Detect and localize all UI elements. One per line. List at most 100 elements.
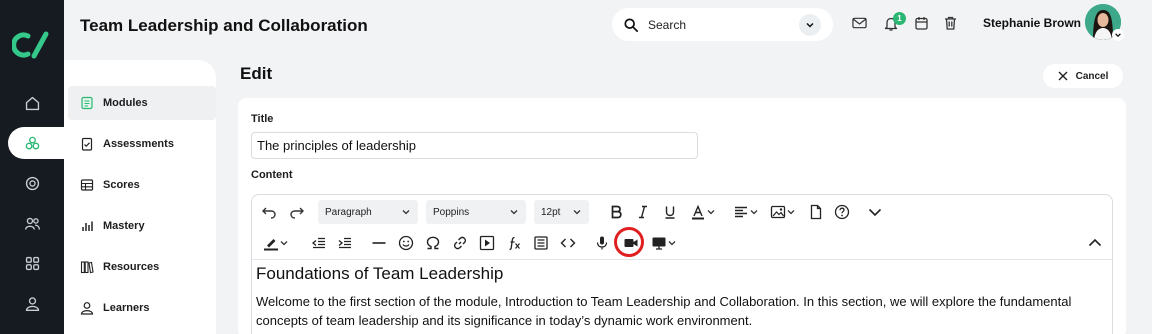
horizontal-rule-icon bbox=[372, 242, 386, 244]
notification-badge: 1 bbox=[893, 12, 906, 25]
subnav-item-label: Scores bbox=[103, 179, 140, 191]
undo-button[interactable] bbox=[260, 201, 278, 223]
search-bar[interactable]: Search bbox=[612, 8, 833, 41]
edit-heading: Edit bbox=[240, 64, 273, 83]
close-icon bbox=[1058, 71, 1068, 81]
chevron-down-icon bbox=[510, 210, 518, 215]
rail-item-profile[interactable] bbox=[0, 288, 64, 318]
subnav-item-label: Learners bbox=[103, 302, 150, 314]
special-character-button[interactable] bbox=[424, 232, 442, 254]
subnav-item-assessments[interactable]: Assessments bbox=[80, 133, 174, 155]
underline-button[interactable] bbox=[661, 201, 679, 223]
chevron-down-icon bbox=[1115, 33, 1121, 38]
emoji-icon bbox=[398, 235, 414, 251]
insert-link-button[interactable] bbox=[451, 232, 469, 254]
horizontal-line-button[interactable] bbox=[370, 232, 388, 254]
microphone-icon bbox=[596, 236, 608, 250]
title-input[interactable] bbox=[251, 132, 698, 159]
outdent-icon bbox=[311, 237, 325, 249]
font-family-value: Poppins bbox=[433, 206, 470, 218]
rail-item-apps[interactable] bbox=[0, 248, 64, 278]
bold-button[interactable] bbox=[607, 201, 625, 223]
rail-item-progress[interactable] bbox=[0, 168, 64, 198]
people-icon bbox=[24, 217, 40, 230]
chevron-up-icon bbox=[1088, 238, 1102, 247]
library-icon bbox=[80, 261, 94, 274]
font-size-select[interactable]: 12pt bbox=[534, 200, 589, 224]
cancel-button[interactable]: Cancel bbox=[1043, 64, 1123, 88]
search-icon bbox=[624, 17, 638, 32]
table-icon bbox=[80, 179, 94, 191]
subnav-item-scores[interactable]: Scores bbox=[80, 174, 140, 196]
highlight-color-button[interactable] bbox=[258, 232, 294, 254]
cancel-label: Cancel bbox=[1075, 70, 1109, 82]
calendar-icon bbox=[914, 17, 928, 30]
media-play-icon bbox=[479, 235, 495, 251]
user-menu-toggle[interactable] bbox=[1112, 29, 1124, 41]
function-icon bbox=[509, 236, 520, 251]
text-color-button[interactable] bbox=[684, 201, 722, 223]
voice-input-button[interactable] bbox=[593, 232, 611, 254]
subnav-item-learners[interactable]: Learners bbox=[80, 297, 149, 319]
mail-icon bbox=[851, 17, 867, 29]
indent-button[interactable] bbox=[336, 232, 354, 254]
subnav-item-resources[interactable]: Resources bbox=[80, 256, 159, 278]
highlighter-icon bbox=[264, 239, 278, 251]
insert-template-button[interactable] bbox=[532, 232, 550, 254]
calendar-button[interactable] bbox=[912, 14, 930, 32]
subnav-item-label: Mastery bbox=[103, 220, 145, 232]
formula-button[interactable] bbox=[505, 232, 523, 254]
user-name[interactable]: Stephanie Brown bbox=[983, 16, 1081, 30]
document-icon bbox=[810, 204, 822, 220]
progress-icon bbox=[25, 176, 39, 190]
collapse-toolbar-button[interactable] bbox=[1085, 232, 1105, 254]
align-button[interactable] bbox=[728, 201, 764, 223]
insert-image-button[interactable] bbox=[768, 201, 798, 223]
search-input[interactable]: Search bbox=[648, 18, 799, 32]
chevron-down-icon bbox=[280, 241, 288, 246]
chevron-down-icon bbox=[668, 241, 676, 246]
more-toolbar-button[interactable] bbox=[865, 201, 885, 223]
help-button[interactable] bbox=[833, 201, 851, 223]
apps-icon bbox=[25, 256, 39, 270]
highlight-annotation-circle bbox=[614, 227, 644, 257]
content-heading[interactable]: Foundations of Team Leadership bbox=[256, 264, 503, 284]
subnav-item-mastery[interactable]: Mastery bbox=[80, 215, 145, 237]
home-icon bbox=[25, 96, 39, 110]
search-dropdown-button[interactable] bbox=[799, 13, 821, 36]
chevron-down-icon bbox=[868, 208, 882, 217]
subnav-item-label: Modules bbox=[103, 97, 148, 109]
monitor-icon bbox=[652, 237, 666, 250]
subnav-item-label: Assessments bbox=[103, 138, 174, 150]
mail-button[interactable] bbox=[850, 14, 868, 32]
toolbar-divider bbox=[252, 259, 1112, 260]
content-paragraph[interactable]: Welcome to the first section of the modu… bbox=[256, 292, 1096, 330]
help-icon bbox=[834, 204, 850, 220]
modules-icon bbox=[25, 136, 39, 149]
clipboard-icon bbox=[81, 137, 93, 151]
screen-capture-button[interactable] bbox=[650, 232, 678, 254]
chevron-down-icon bbox=[750, 210, 758, 215]
trash-button[interactable] bbox=[941, 14, 959, 32]
subnav-item-modules[interactable]: Modules bbox=[80, 92, 148, 114]
italic-icon bbox=[639, 205, 647, 219]
emoji-button[interactable] bbox=[397, 232, 415, 254]
bold-icon bbox=[611, 205, 622, 219]
font-family-select[interactable]: Poppins bbox=[426, 200, 526, 224]
outdent-button[interactable] bbox=[310, 232, 328, 254]
template-button[interactable] bbox=[807, 201, 825, 223]
source-code-button[interactable] bbox=[559, 232, 577, 254]
image-icon bbox=[770, 205, 786, 219]
rail-item-modules[interactable] bbox=[0, 128, 64, 158]
rail-item-people[interactable] bbox=[0, 208, 64, 238]
person-icon bbox=[80, 302, 94, 315]
block-format-select[interactable]: Paragraph bbox=[318, 200, 418, 224]
insert-media-button[interactable] bbox=[478, 232, 496, 254]
code-icon bbox=[560, 238, 576, 248]
trash-icon bbox=[944, 16, 956, 30]
italic-button[interactable] bbox=[634, 201, 652, 223]
bar-chart-icon bbox=[82, 221, 93, 231]
redo-button[interactable] bbox=[288, 201, 306, 223]
app-logo[interactable] bbox=[12, 30, 52, 60]
rail-item-home[interactable] bbox=[0, 88, 64, 118]
